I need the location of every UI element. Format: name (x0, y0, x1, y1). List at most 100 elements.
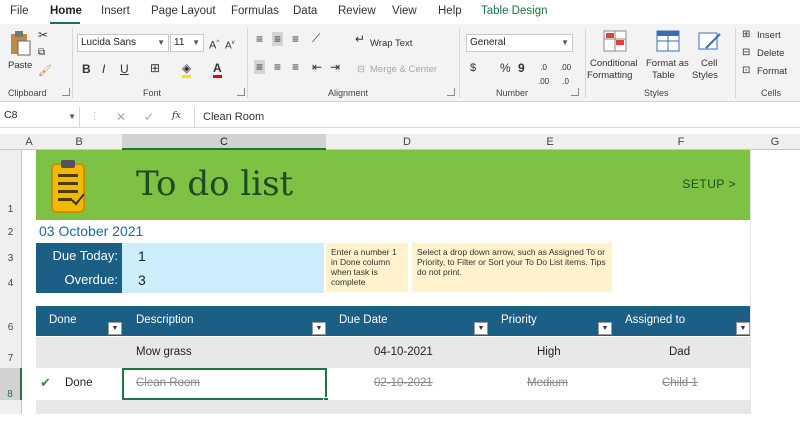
filter-dropdown-icon[interactable]: ▼ (474, 322, 488, 335)
currency-button[interactable]: $ (470, 61, 476, 75)
tab-formulas[interactable]: Formulas (231, 5, 279, 17)
font-name-select[interactable]: Lucida Sans ▼ (77, 34, 169, 52)
row-header-6[interactable]: 6 (0, 306, 22, 336)
tab-view[interactable]: View (392, 5, 417, 17)
tab-file[interactable]: File (10, 5, 29, 17)
header-description: Description (136, 314, 194, 326)
column-header-d[interactable]: D (326, 134, 488, 150)
row-header-2[interactable]: 2 (0, 220, 22, 242)
tab-insert[interactable]: Insert (101, 5, 130, 17)
overdue-value[interactable]: 3 (122, 267, 324, 293)
delete-cells-button[interactable]: Delete (757, 48, 784, 59)
tab-data[interactable]: Data (293, 5, 317, 17)
filter-dropdown-icon[interactable]: ▼ (312, 322, 326, 335)
task-description[interactable]: Mow grass (136, 346, 192, 358)
wrap-text-icon[interactable]: ↵ (355, 32, 365, 46)
merge-center-button[interactable]: Merge & Center (370, 64, 437, 75)
column-header-b[interactable]: B (36, 134, 122, 150)
row-header-4[interactable]: 4 (0, 268, 22, 292)
borders-icon[interactable]: ⊞ (150, 61, 160, 75)
percent-button[interactable]: % (500, 61, 511, 75)
filter-dropdown-icon[interactable]: ▼ (598, 322, 612, 335)
paste-button[interactable] (8, 30, 32, 58)
number-launcher-icon[interactable] (571, 88, 579, 96)
align-right-icon[interactable]: ≡ (292, 60, 299, 74)
decrease-decimal-icon[interactable]: .00.0 (560, 61, 571, 89)
task-due-date[interactable]: 02-10-2021 (374, 377, 433, 389)
formula-input[interactable]: Clean Room (203, 111, 264, 123)
decrease-font-icon[interactable]: Av (225, 36, 235, 53)
copy-icon[interactable]: ⧉ (38, 46, 45, 60)
row-header-7[interactable]: 7 (0, 336, 22, 368)
row-header-1[interactable]: 1 (0, 150, 22, 220)
tab-page-layout[interactable]: Page Layout (151, 5, 216, 17)
row-header-3[interactable]: 3 (0, 242, 22, 268)
increase-decimal-icon[interactable]: .0.00 (538, 61, 549, 89)
font-size-select[interactable]: 11 ▼ (170, 34, 204, 52)
insert-function-button[interactable]: fx (172, 110, 181, 121)
column-header-a[interactable]: A (22, 134, 36, 150)
font-launcher-icon[interactable] (237, 88, 245, 96)
format-as-table-button[interactable]: Format as (646, 58, 689, 69)
align-middle-icon[interactable]: ≡ (272, 32, 284, 46)
decrease-indent-icon[interactable]: ⇤ (312, 60, 322, 74)
column-header-g[interactable]: G (750, 134, 800, 150)
conditional-formatting-icon (603, 30, 627, 52)
task-priority[interactable]: Medium (527, 377, 568, 389)
column-header-e[interactable]: E (488, 134, 612, 150)
done-check-icon: ✔ (40, 375, 51, 390)
align-top-icon[interactable]: ≡ (256, 32, 263, 46)
orientation-icon[interactable]: ⟋ (312, 31, 320, 45)
filter-dropdown-icon[interactable]: ▼ (736, 322, 750, 335)
row-header-8[interactable]: 8 (0, 368, 22, 400)
tab-home[interactable]: Home (50, 5, 82, 17)
alignment-launcher-icon[interactable] (447, 88, 455, 96)
name-box[interactable]: C8 ▼ (0, 107, 80, 127)
align-left-icon[interactable]: ≡ (254, 60, 266, 74)
underline-button[interactable]: U (120, 62, 129, 76)
cut-icon[interactable]: ✂ (38, 28, 48, 42)
number-group-label: Number (496, 88, 529, 98)
column-header-f[interactable]: F (612, 134, 750, 150)
divider (247, 28, 248, 98)
comma-style-button[interactable]: 9 (518, 61, 525, 75)
tab-table-design[interactable]: Table Design (481, 5, 547, 17)
wrap-text-button[interactable]: Wrap Text (370, 38, 412, 49)
filter-dropdown-icon[interactable]: ▼ (108, 322, 122, 335)
enter-icon[interactable]: ✓ (144, 110, 154, 124)
increase-font-icon[interactable]: A^ (209, 36, 219, 53)
task-priority[interactable]: High (537, 346, 561, 358)
tab-help[interactable]: Help (438, 5, 462, 17)
conditional-formatting-label: Formatting (587, 70, 633, 81)
task-assigned[interactable]: Dad (669, 346, 690, 358)
chevron-down-icon: ▼ (192, 38, 200, 47)
row-header-9[interactable] (0, 400, 22, 414)
select-all-corner[interactable] (0, 134, 22, 150)
insert-cells-button[interactable]: Insert (757, 30, 781, 41)
divider (459, 28, 460, 98)
format-cells-icon: ⊡ (742, 65, 751, 76)
column-header-c[interactable]: C (122, 134, 326, 150)
row-header-5[interactable] (0, 292, 22, 306)
tab-review[interactable]: Review (338, 5, 376, 17)
align-center-icon[interactable]: ≡ (274, 60, 281, 74)
task-done[interactable]: Done (65, 377, 93, 389)
italic-button[interactable]: I (102, 62, 105, 76)
task-assigned[interactable]: Child 1 (662, 377, 698, 389)
cancel-icon[interactable]: ✕ (116, 110, 126, 124)
clipboard-launcher-icon[interactable] (62, 88, 70, 96)
increase-indent-icon[interactable]: ⇥ (330, 60, 340, 74)
divider (585, 28, 586, 98)
task-due-date[interactable]: 04-10-2021 (374, 346, 433, 358)
format-painter-icon[interactable]: 🖌 (38, 64, 52, 78)
setup-link[interactable]: SETUP > (682, 177, 736, 191)
format-cells-button[interactable]: Format (757, 66, 787, 77)
number-format-select[interactable]: General ▼ (466, 34, 573, 52)
align-bottom-icon[interactable]: ≡ (292, 32, 299, 46)
due-today-value[interactable]: 1 (122, 243, 324, 269)
font-color-icon[interactable]: A (213, 61, 222, 78)
conditional-formatting-button[interactable]: Conditional (590, 58, 638, 69)
bold-button[interactable]: B (82, 62, 91, 76)
fill-color-icon[interactable]: ◈ (182, 61, 192, 78)
cell-styles-button[interactable]: Cell (701, 58, 717, 69)
